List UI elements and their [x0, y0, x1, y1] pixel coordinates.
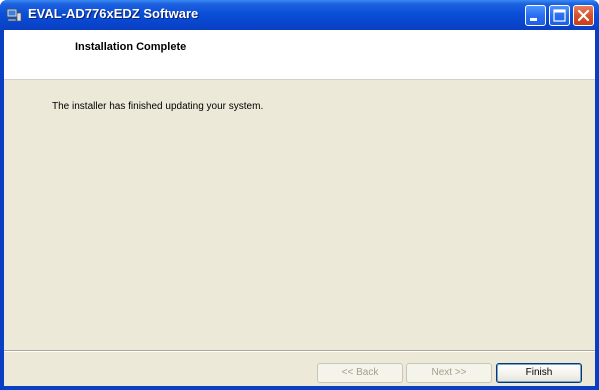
window-title: EVAL-AD776xEDZ Software	[28, 6, 199, 21]
page-title: Installation Complete	[75, 41, 187, 53]
installer-window: EVAL-AD776xEDZ Software Installation Com…	[0, 0, 599, 390]
minimize-icon	[530, 18, 537, 21]
footer-divider	[4, 350, 595, 352]
installer-app-icon	[6, 7, 22, 23]
status-message: The installer has finished updating your…	[52, 101, 264, 112]
finish-button[interactable]: Finish	[496, 363, 582, 383]
maximize-button[interactable]	[549, 5, 570, 26]
dialog-body: Installation Complete The installer has …	[4, 30, 595, 386]
maximize-icon	[553, 9, 566, 22]
close-icon	[577, 9, 590, 22]
back-button[interactable]: << Back	[317, 363, 403, 383]
minimize-button[interactable]	[525, 5, 546, 26]
title-bar[interactable]: EVAL-AD776xEDZ Software	[0, 0, 599, 30]
close-button[interactable]	[573, 5, 594, 26]
next-button[interactable]: Next >>	[406, 363, 492, 383]
header-banner: Installation Complete	[4, 30, 595, 80]
